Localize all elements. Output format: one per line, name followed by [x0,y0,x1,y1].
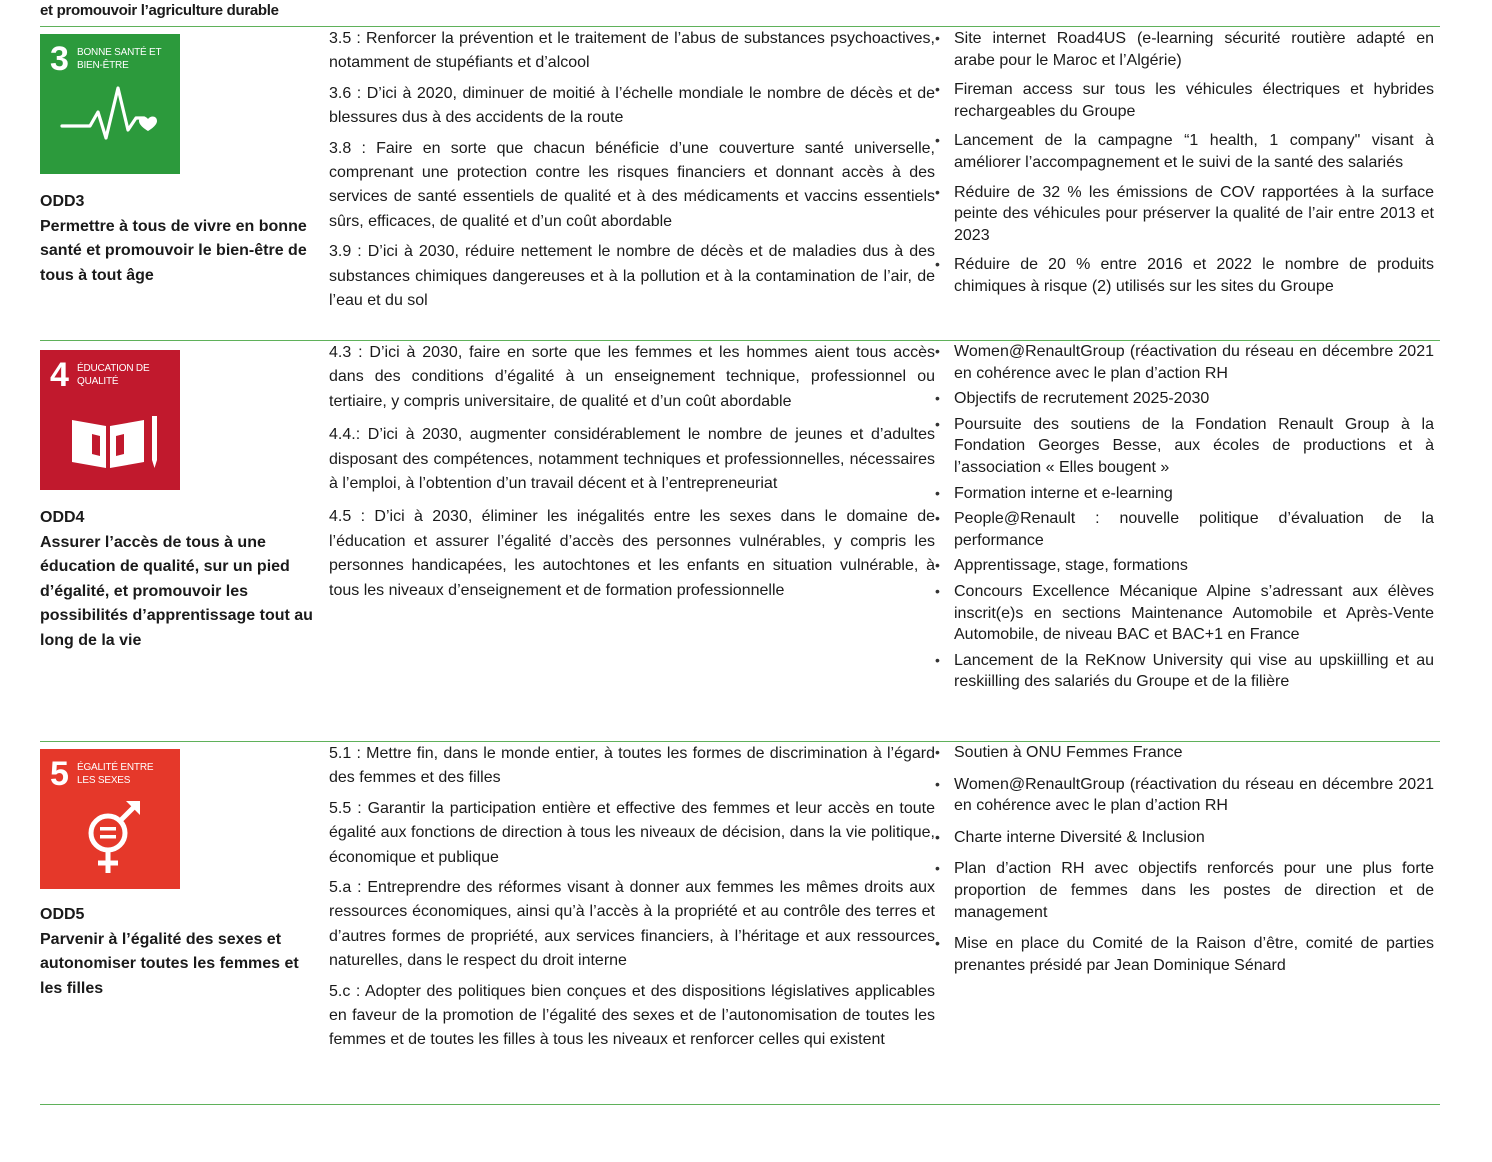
target-item: 4.5 : D’ici à 2030, éliminer les inégali… [329,508,935,599]
action-item: • Objectifs de recrutement 2025-2030 [935,388,1434,410]
goal-column: 3 BONNE SANTÉ ET BIEN-ÊTRE ODD3 Permettr… [40,34,318,288]
targets-column: 5.1 : Mettre fin, dans le monde entier, … [329,742,935,1059]
bullet-icon: • [935,557,940,574]
target-item: 5.1 : Mettre fin, dans le monde entier, … [329,745,935,787]
action-text: Réduire de 32 % les émissions de COV rap… [954,183,1434,244]
action-item: • Fireman access sur tous les véhicules é… [935,79,1434,122]
sdg-tile-label: ÉGALITÉ ENTRE LES SEXES [77,762,154,786]
table-row-odd5: 5 ÉGALITÉ ENTRE LES SEXES ODD5 Parvenir … [40,741,1440,1105]
action-item: • Apprentissage, stage, formations [935,555,1434,577]
bullet-icon: • [935,81,940,98]
target-item: 3.8 : Faire en sorte que chacun bénéfici… [329,139,935,230]
odd-code: ODD5 [40,906,85,923]
action-text: Fireman access sur tous les véhicules él… [954,81,1434,120]
sdg-number: 3 [50,40,69,78]
goal-column: 5 ÉGALITÉ ENTRE LES SEXES ODD5 Parvenir … [40,749,318,1001]
table-row-odd3: 3 BONNE SANTÉ ET BIEN-ÊTRE ODD3 Permettr… [40,26,1440,340]
action-item: • Charte interne Diversité & Inclusion [935,827,1434,849]
action-item: • Mise en place du Comité de la Raison d’… [935,933,1434,976]
sdg-tile-label: ÉDUCATION DE QUALITÉ [77,363,150,387]
action-text: Mise en place du Comité de la Raison d’ê… [954,935,1434,974]
target-item: 5.c : Adopter des politiques bien conçue… [329,982,935,1049]
odd-code: ODD4 [40,509,85,526]
action-text: Soutien à ONU Femmes France [954,744,1183,761]
action-item: • Concours Excellence Mécanique Alpine s’… [935,581,1434,646]
bullet-icon: • [935,484,940,501]
bullet-icon: • [935,256,940,273]
bullet-icon: • [935,390,940,407]
action-text: Site internet Road4US (e-learning sécuri… [954,30,1434,69]
bullet-icon: • [935,415,940,432]
top-caption: et promouvoir l’agriculture durable [40,2,279,19]
action-text: Concours Excellence Mécanique Alpine s’a… [954,582,1434,644]
action-item: • Plan d’action RH avec objectifs renforc… [935,858,1434,923]
actions-column: • Soutien à ONU Femmes France • Women@Rena… [935,742,1434,986]
action-text: Plan d’action RH avec objectifs renforcé… [954,860,1434,921]
action-text: Lancement de la ReKnow University qui vi… [954,651,1434,691]
bullet-icon: • [935,582,940,599]
target-item: 5.5 : Garantir la participation entière … [329,799,935,866]
target-item: 3.5 : Renforcer la prévention et le trai… [329,30,935,72]
target-item: 4.3 : D’ici à 2030, faire en sorte que l… [329,344,935,410]
bullet-icon: • [935,510,940,527]
action-text: People@Renault : nouvelle politique d’év… [954,510,1434,549]
action-text: Poursuite des soutiens de la Fondation R… [954,415,1434,476]
sdg-tile-5: 5 ÉGALITÉ ENTRE LES SEXES [40,749,180,889]
bullet-icon: • [935,775,940,792]
odd-title: Assurer l’accès de tous à une éducation … [40,533,313,649]
odd-code: ODD3 [40,193,85,210]
target-item: 4.4.: D’ici à 2030, augmenter considérab… [329,426,935,493]
action-text: Réduire de 20 % entre 2016 et 2022 le no… [954,256,1434,295]
sdg-tile-3: 3 BONNE SANTÉ ET BIEN-ÊTRE [40,34,180,174]
action-text: Women@RenaultGroup (réactivation du rése… [954,343,1434,382]
action-text: Apprentissage, stage, formations [954,557,1188,575]
action-item: • Soutien à ONU Femmes France [935,742,1434,764]
bullet-icon: • [935,860,940,877]
actions-column: • Women@RenaultGroup (réactivation du rés… [935,341,1434,697]
action-text: Objectifs de recrutement 2025-2030 [954,390,1210,408]
action-item: • Lancement de la campagne “1 health, 1 c… [935,130,1434,173]
bullet-icon: • [935,651,940,668]
action-text: Lancement de la campagne “1 health, 1 co… [954,132,1434,171]
goal-column: 4 ÉDUCATION DE QUALITÉ ODD4 Assurer l’ac… [40,350,318,653]
bullet-icon: • [935,935,940,952]
sdg-number: 5 [50,755,69,793]
targets-column: 4.3 : D’ici à 2030, faire en sorte que l… [329,341,935,609]
action-item: • Women@RenaultGroup (réactivation du rés… [935,774,1434,817]
action-text: Formation interne et e-learning [954,484,1173,502]
action-item: • Poursuite des soutiens de la Fondation … [935,414,1434,479]
odd-title: Parvenir à l’égalité des sexes et autono… [40,930,299,997]
sdg-tile-4: 4 ÉDUCATION DE QUALITÉ [40,350,180,490]
actions-column: • Site internet Road4US (e-learning sécur… [935,28,1434,306]
bullet-icon: • [935,744,940,760]
action-item: • Lancement de la ReKnow University qui v… [935,650,1434,693]
action-text: Charte interne Diversité & Inclusion [954,828,1205,846]
action-text: Women@RenaultGroup (réactivation du rése… [954,775,1434,815]
bullet-icon: • [935,828,940,845]
action-item: • Réduire de 20 % entre 2016 et 2022 le n… [935,254,1434,297]
target-item: 3.6 : D’ici à 2020, diminuer de moitié à… [329,84,935,127]
action-item: • Site internet Road4US (e-learning sécur… [935,28,1434,71]
target-item: 5.a : Entreprendre des réformes visant à… [329,879,935,970]
odd-title: Permettre à tous de vivre en bonne santé… [40,217,307,284]
bullet-icon: • [935,30,940,46]
action-item: • Formation interne et e-learning [935,483,1434,505]
bullet-icon: • [935,343,940,359]
action-item: • People@Renault : nouvelle politique d’é… [935,508,1434,551]
sdg-number: 4 [50,356,69,394]
sdg-tile-label: BONNE SANTÉ ET BIEN-ÊTRE [77,47,162,71]
table-row-odd4: 4 ÉDUCATION DE QUALITÉ ODD4 Assurer l’ac… [40,340,1440,741]
target-item: 3.9 : D’ici à 2030, réduire nettement le… [329,243,935,310]
bullet-icon: • [935,132,940,149]
action-item: • Women@RenaultGroup (réactivation du rés… [935,341,1434,384]
action-item: • Réduire de 32 % les émissions de COV ra… [935,182,1434,247]
bullet-icon: • [935,183,940,200]
targets-column: 3.5 : Renforcer la prévention et le trai… [329,27,935,319]
